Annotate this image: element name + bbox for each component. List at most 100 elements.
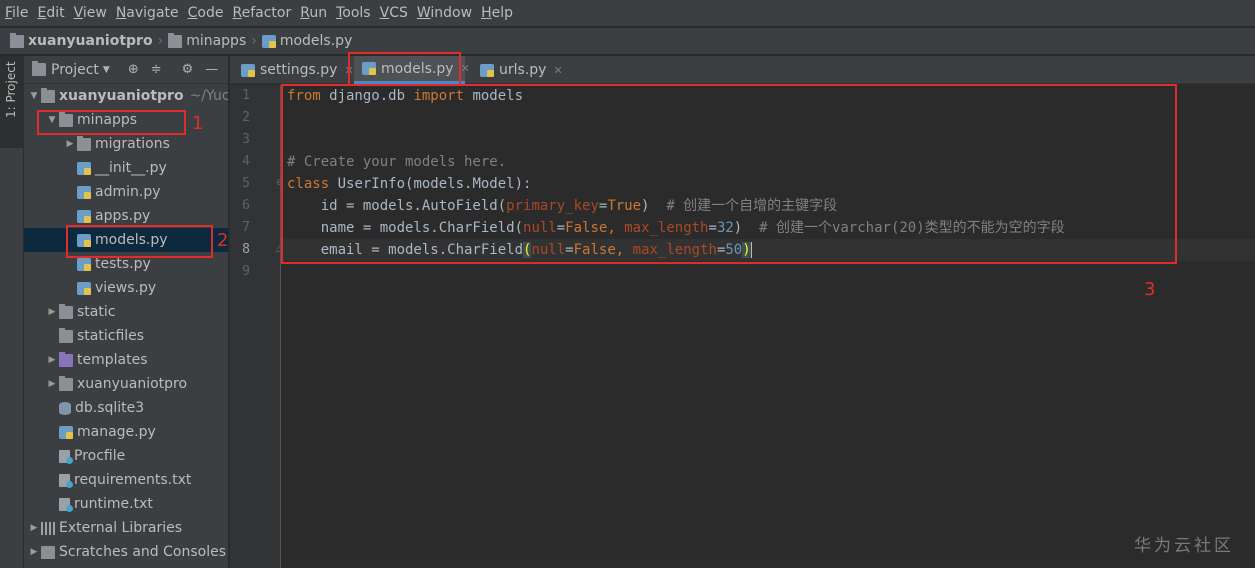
tree-item-label: admin.py <box>95 184 161 200</box>
expand-arrow-right-icon[interactable]: ▶ <box>45 379 59 389</box>
annotation-label-2: 2 <box>217 230 229 251</box>
breadcrumb-label: models.py <box>279 33 353 49</box>
chevron-down-icon[interactable]: ▼ <box>103 65 110 75</box>
project-panel-header: Project ▼ ⊕ ≑ ⚙ — <box>24 56 228 84</box>
close-icon[interactable]: ✕ <box>553 64 562 77</box>
left-tool-stripe: 1: Project <box>0 56 24 568</box>
tree-item[interactable]: ▶ static <box>24 300 228 324</box>
watermark: 华为云社区 <box>1134 536 1234 556</box>
tree-item[interactable]: runtime.txt <box>24 492 228 516</box>
menu-mnemonic: V <box>379 4 390 21</box>
minimize-icon[interactable]: — <box>205 62 218 77</box>
menu-label: avigate <box>126 4 179 21</box>
menu-item-window[interactable]: Window <box>417 0 472 27</box>
scratches-icon <box>41 545 55 559</box>
breadcrumb-item[interactable]: models.py <box>261 33 353 49</box>
menu-item-edit[interactable]: Edit <box>37 0 64 27</box>
expand-arrow-down-icon[interactable]: ▼ <box>27 91 41 101</box>
line-number: 3 <box>242 132 250 147</box>
expand-arrow-right-icon[interactable]: ▶ <box>45 355 59 365</box>
menu-mnemonic: H <box>481 4 492 21</box>
tree-item[interactable]: admin.py <box>24 180 228 204</box>
annotation-label-3: 3 <box>1144 279 1156 300</box>
menu-item-view[interactable]: View <box>74 0 107 27</box>
breadcrumb-item[interactable]: xuanyuaniotpro <box>10 32 153 49</box>
template-folder-icon <box>59 351 73 367</box>
breadcrumb-separator: › <box>251 33 257 49</box>
project-tool-window-button[interactable]: 1: Project <box>0 56 24 148</box>
menu-mnemonic: R <box>300 4 310 21</box>
tab-label: urls.py <box>499 62 547 78</box>
menu-label: ile <box>12 4 29 21</box>
expand-arrow-right-icon[interactable]: ▶ <box>45 307 59 317</box>
annotation-label-1: 1 <box>192 113 204 134</box>
project-view-selector[interactable]: Project <box>51 62 99 78</box>
breadcrumb-label: minapps <box>186 33 247 49</box>
tab-settings[interactable]: settings.py ✕ <box>233 56 354 84</box>
tree-item-label: static <box>77 304 116 320</box>
tree-item[interactable]: db.sqlite3 <box>24 396 228 420</box>
close-icon[interactable]: ✕ <box>461 62 470 75</box>
python-file-icon <box>77 161 91 175</box>
tree-item-label: xuanyuaniotpro <box>77 376 188 392</box>
expand-arrow-right-icon[interactable]: ▶ <box>27 547 41 557</box>
highlight-box-minapps <box>37 110 186 135</box>
line-number-gutter: 1 2 3 4 5 6 7 8 9 <box>230 85 281 568</box>
menu-item-navigate[interactable]: Navigate <box>116 0 179 27</box>
line-number: 5 <box>242 176 250 191</box>
expand-arrow-right-icon[interactable]: ▶ <box>27 523 41 533</box>
menu-mnemonic: V <box>73 4 83 21</box>
expand-arrow-right-icon[interactable]: ▶ <box>63 139 77 149</box>
breadcrumb: xuanyuaniotpro › minapps › models.py <box>0 28 1255 55</box>
tree-item[interactable]: ▼ xuanyuaniotpro ~/Yuchu <box>24 84 229 108</box>
tree-item[interactable]: requirements.txt <box>24 468 228 492</box>
menu-label: ools <box>342 4 371 21</box>
text-file-icon <box>59 449 73 464</box>
tree-item[interactable]: ▶ External Libraries <box>24 516 228 540</box>
menu-label: efactor <box>241 4 292 21</box>
text-file-icon <box>59 497 73 512</box>
tree-item[interactable]: ▶ xuanyuaniotpro <box>24 372 228 396</box>
line-number: 9 <box>242 264 250 279</box>
gear-icon[interactable]: ⚙ <box>182 62 194 77</box>
tree-item-label: views.py <box>95 280 157 296</box>
tree-item[interactable]: views.py <box>24 276 228 300</box>
breadcrumb-item[interactable]: minapps <box>168 32 247 49</box>
collapse-all-icon[interactable]: ≑ <box>151 62 162 77</box>
tree-item[interactable]: staticfiles <box>24 324 228 348</box>
menu-item-tools[interactable]: Tools <box>336 0 371 27</box>
tree-item[interactable]: ▶ migrations <box>24 132 228 156</box>
tree-item[interactable]: ▶ templates <box>24 348 228 372</box>
menu-mnemonic: C <box>187 4 198 21</box>
line-number: 8 <box>242 242 250 257</box>
locate-icon[interactable]: ⊕ <box>128 62 139 77</box>
menu-item-run[interactable]: Run <box>300 0 327 27</box>
database-icon <box>59 401 71 415</box>
menu-item-file[interactable]: File <box>5 0 28 27</box>
breadcrumb-label: xuanyuaniotpro <box>28 33 153 49</box>
menu-label: dit <box>46 4 65 21</box>
menu-bar: File Edit View Navigate Code Refactor Run Tools… <box>0 0 1255 27</box>
folder-icon <box>59 303 73 319</box>
line-number: 1 <box>242 88 250 103</box>
tree-item[interactable]: __init__.py <box>24 156 228 180</box>
menu-label: un <box>309 4 328 21</box>
tree-item[interactable]: ▶ Scratches and Consoles <box>24 540 228 564</box>
menu-label: iew <box>82 4 107 21</box>
tree-item-path: ~/Yuchu <box>189 88 229 104</box>
text-file-icon <box>59 473 73 488</box>
line-number: 6 <box>242 198 250 213</box>
tree-item-label: templates <box>77 352 148 368</box>
tab-urls[interactable]: urls.py ✕ <box>472 56 563 84</box>
line-number: 2 <box>242 110 250 125</box>
python-file-icon <box>241 63 255 77</box>
highlight-box-models-file <box>66 225 213 258</box>
menu-item-code[interactable]: Code <box>188 0 224 27</box>
menu-item-refactor[interactable]: Refactor <box>232 0 291 27</box>
tree-item[interactable]: manage.py <box>24 420 228 444</box>
menu-item-vcs[interactable]: VCS <box>380 0 408 27</box>
tree-item[interactable]: Procfile <box>24 444 228 468</box>
folder-icon <box>168 32 183 48</box>
menu-item-help[interactable]: Help <box>481 0 513 27</box>
python-file-icon <box>59 425 73 439</box>
